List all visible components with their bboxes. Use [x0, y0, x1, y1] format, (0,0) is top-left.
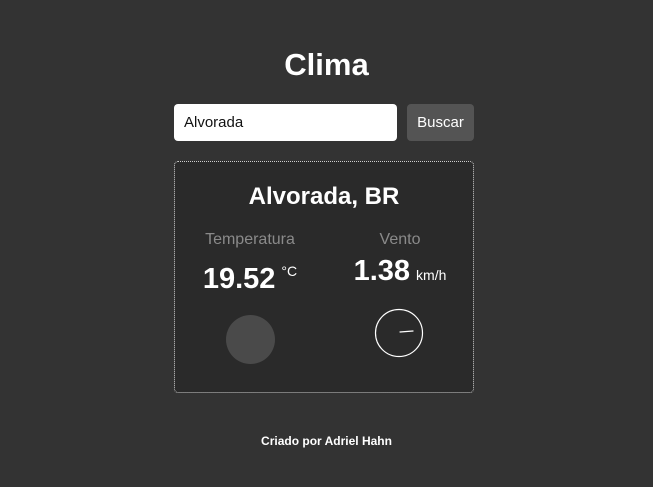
temperature-section: Temperatura 19.52 °C [175, 230, 325, 301]
temperature-unit: °C [281, 263, 298, 279]
footer-credit: Criado por Adriel Hahn [261, 434, 392, 448]
wind-reading: 1.38 km/h [325, 254, 475, 293]
page-title: Clima [284, 47, 369, 82]
temperature-reading: 19.52 °C [175, 254, 325, 301]
city-search-input[interactable] [174, 104, 397, 141]
location-title: Alvorada, BR [248, 183, 400, 210]
wind-direction-compass-icon [374, 308, 424, 358]
temperature-label: Temperatura [205, 231, 295, 248]
weather-app: Clima Buscar Alvorada, BR Temperatura 19… [0, 0, 653, 487]
wind-section: Vento 1.38 km/h [325, 230, 475, 293]
weather-card: Alvorada, BR Temperatura 19.52 °C Vento 1… [174, 161, 474, 393]
wind-value: 1.38 [353, 255, 411, 287]
search-button[interactable]: Buscar [407, 104, 474, 141]
wind-unit: km/h [416, 267, 447, 283]
temperature-circle-icon [226, 315, 275, 364]
wind-label: Vento [379, 231, 421, 248]
temperature-value: 19.52 [202, 263, 276, 295]
search-bar: Buscar [174, 104, 474, 141]
